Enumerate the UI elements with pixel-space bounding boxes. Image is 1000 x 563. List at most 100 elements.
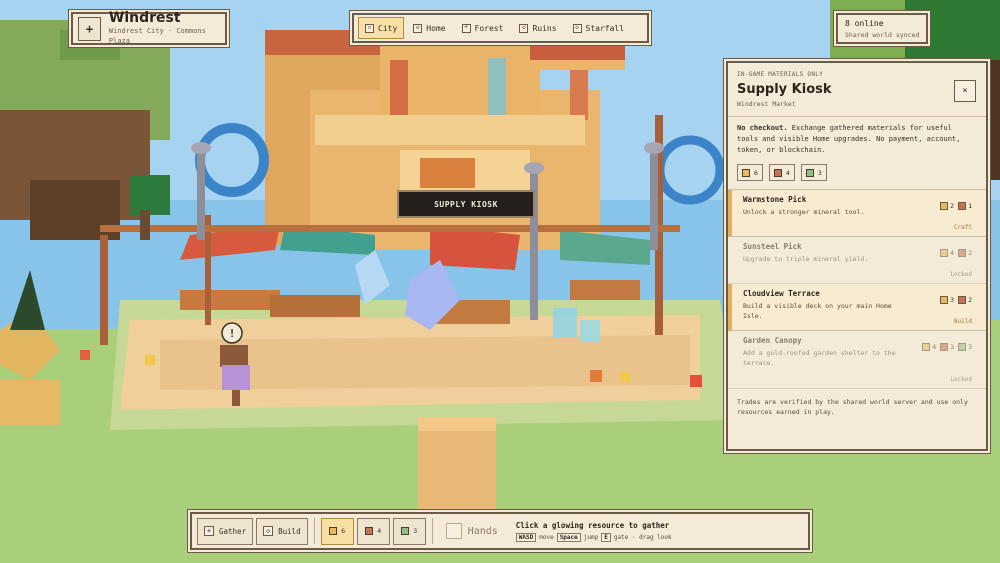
key-action: gate · drag look (613, 533, 672, 541)
offer-description: Unlock a stronger mineral tool. (743, 208, 865, 216)
clay-resource-icon (940, 343, 949, 351)
cost-amount: 3 (950, 296, 955, 304)
slot-count: 3 (413, 527, 418, 535)
cost-amount: 2 (968, 296, 972, 304)
offer-cost: 4 2 (940, 249, 974, 257)
slot-count: 4 (377, 527, 382, 535)
plaza-floor (120, 315, 700, 410)
hands-label: Hands (467, 525, 498, 537)
sync-status: Shared world synced (845, 31, 920, 39)
gold-resource-icon (922, 343, 931, 351)
herb-resource-icon (401, 527, 410, 535)
cost-amount: 2 (968, 249, 972, 257)
clay-resource-icon (958, 249, 967, 257)
location-title: Windrest (108, 10, 181, 26)
location-subtitle: Windrest City · Commons Plaza (108, 27, 206, 45)
shop-description: No checkout. Exchange gathered materials… (737, 123, 977, 156)
hint-title: Click a glowing resource to gather (515, 520, 670, 530)
divider (431, 518, 433, 544)
tab-label: Home (426, 23, 446, 33)
offer-lock-status: Locked (950, 271, 972, 278)
shop-description-bold: No checkout. (737, 124, 788, 132)
offer-description: Upgrade to triple mineral yield. (743, 255, 869, 263)
resource-chip: 6 (737, 164, 763, 181)
tab-forest[interactable]: + Forest (455, 17, 511, 39)
wooden-crate (418, 417, 496, 513)
cost-amount: 3 (950, 343, 955, 351)
compass-icon[interactable]: + (78, 16, 101, 41)
tab-ruins[interactable]: ◇ Ruins (512, 17, 563, 39)
offer-garden-canopy: Garden Canopy Add a gold-roofed garden s… (728, 331, 986, 389)
tab-home[interactable]: ◇ Home (406, 17, 452, 39)
offer-warmstone-pick[interactable]: Warmstone Pick Unlock a stronger mineral… (728, 190, 986, 237)
zone-tab-bar: ▫ City ◇ Home + Forest ◇ Ruins ◇ Starfal… (352, 13, 649, 43)
tab-label: City (378, 23, 398, 33)
shop-eyebrow: IN-GAME MATERIALS ONLY (737, 71, 824, 78)
location-card: + Windrest Windrest City · Commons Plaza (71, 10, 227, 45)
city-icon: ▫ (365, 23, 374, 33)
cost-amount: 1 (968, 202, 972, 210)
resource-count: 4 (785, 168, 790, 177)
ruins-icon: ◇ (519, 23, 529, 33)
divider (728, 116, 986, 117)
herb-resource-icon (805, 168, 814, 177)
clay-resource-icon (365, 527, 374, 535)
gold-resource-icon (940, 249, 949, 257)
control-hints: Click a glowing resource to gather WASD … (515, 520, 672, 542)
hands-icon (445, 523, 462, 539)
hotbar-slot-gold[interactable]: 6 (320, 517, 354, 545)
cost-amount: 2 (950, 202, 955, 210)
offer-description: Add a gold-roofed garden shelter to the … (743, 349, 896, 367)
gold-resource-icon (940, 296, 949, 304)
supply-kiosk-sign[interactable]: SUPPLY KIOSK (397, 190, 535, 218)
clay-resource-icon (958, 202, 967, 210)
slot-count: 6 (341, 527, 346, 535)
key-bindings: WASD move Space jump E gate · drag look (515, 532, 672, 542)
cost-amount: 4 (950, 249, 955, 257)
gather-button[interactable]: + Gather (197, 517, 254, 545)
action-hotbar: + Gather ◇ Build 6 4 3 Hands Click a glo… (190, 512, 810, 550)
clay-resource-icon (958, 296, 967, 304)
home-icon: ◇ (413, 23, 423, 33)
gold-resource-icon (329, 527, 338, 535)
supply-kiosk-panel: IN-GAME MATERIALS ONLY Supply Kiosk Wind… (726, 61, 988, 451)
cost-amount: 3 (968, 343, 972, 351)
cost-amount: 4 (932, 343, 937, 351)
offer-cloudview-terrace[interactable]: Cloudview Terrace Build a visible deck o… (728, 284, 986, 331)
key-label: Space (556, 532, 581, 542)
offer-action[interactable]: Craft (954, 224, 972, 231)
tab-city[interactable]: ▫ City (358, 17, 405, 39)
close-button[interactable]: × (954, 80, 976, 102)
resource-chip: 4 (768, 164, 795, 181)
herb-resource-icon (958, 343, 967, 351)
offer-description: Build a visible deck on your main Home I… (743, 302, 892, 320)
gold-resource-icon (742, 168, 750, 177)
offer-cost: 3 2 (940, 296, 974, 304)
offer-sunsteel-pick: Sunsteel Pick Upgrade to triple mineral … (728, 237, 986, 284)
resource-count: 6 (754, 168, 758, 177)
key-action: move (539, 533, 554, 541)
build-label: Build (278, 526, 301, 536)
tab-label: Ruins (532, 23, 557, 33)
shop-title: Supply Kiosk (737, 82, 832, 97)
gold-resource-icon (940, 202, 949, 210)
offer-action[interactable]: Build (954, 318, 972, 325)
online-status-badge: 8 online Shared world synced (836, 13, 928, 44)
key-label: E (601, 532, 611, 542)
hotbar-slot-clay[interactable]: 4 (356, 517, 390, 545)
shop-subtitle: Windrest Market (737, 100, 796, 108)
resource-chip: 3 (800, 164, 827, 181)
key-action: jump (583, 533, 599, 541)
offer-cost: 4 3 3 (922, 343, 974, 351)
online-count: 8 online (845, 19, 884, 28)
hotbar-slot-herb[interactable]: 3 (392, 517, 426, 545)
offer-lock-status: Locked (950, 376, 972, 383)
divider (313, 518, 315, 544)
close-icon: × (962, 86, 968, 96)
equipped-hands-slot[interactable]: Hands (439, 518, 505, 545)
tab-label: Forest (474, 23, 504, 33)
tab-starfall[interactable]: ◇ Starfall (566, 17, 632, 39)
svg-text:!: ! (229, 327, 236, 340)
build-button[interactable]: ◇ Build (256, 517, 308, 545)
clay-resource-icon (773, 168, 782, 177)
